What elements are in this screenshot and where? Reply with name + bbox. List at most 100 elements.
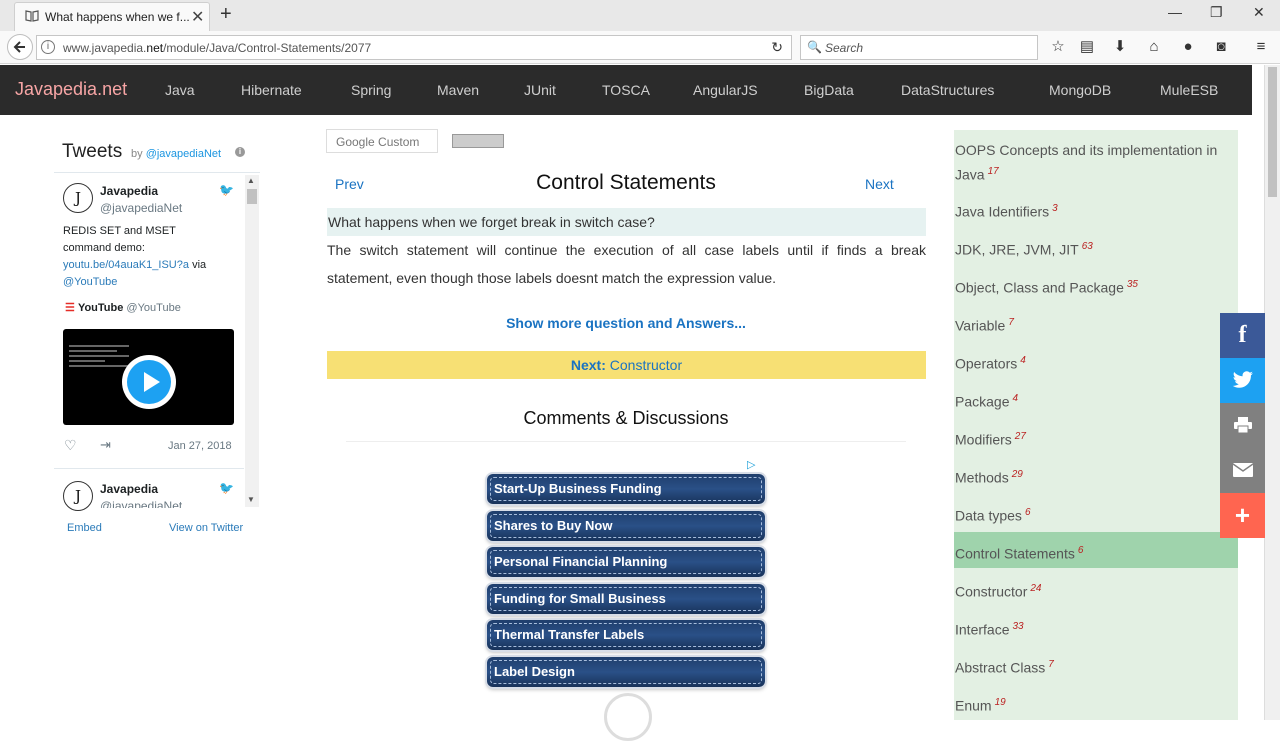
- embed-link[interactable]: Embed: [67, 522, 102, 534]
- adchoices-icon[interactable]: ▷: [747, 458, 755, 471]
- home-icon[interactable]: ⌂: [1144, 37, 1164, 57]
- tweet-author-name[interactable]: Javapedia: [100, 184, 158, 198]
- heart-icon[interactable]: ♡: [64, 437, 77, 454]
- close-icon[interactable]: ✕: [191, 7, 204, 27]
- sidebar-item[interactable]: Java Identifiers 3: [954, 198, 1238, 223]
- minimize-icon[interactable]: —: [1168, 4, 1182, 20]
- browser-tab[interactable]: What happens when we f... ✕: [14, 2, 210, 31]
- search-button[interactable]: [452, 134, 504, 148]
- more-share-icon[interactable]: +: [1220, 493, 1265, 538]
- facebook-share-icon[interactable]: f: [1220, 313, 1265, 358]
- tweet-divider: [54, 468, 244, 469]
- custom-search-input[interactable]: Google Custom: [326, 129, 438, 153]
- sidebar-item[interactable]: Variable 7: [954, 312, 1238, 337]
- reading-list-icon[interactable]: ▤: [1077, 37, 1097, 57]
- avatar[interactable]: J: [63, 183, 93, 213]
- menu-item-tosca[interactable]: TOSCA: [602, 82, 650, 98]
- scroll-down-icon[interactable]: ▼: [247, 495, 255, 504]
- tweets-by-handle[interactable]: @javapediaNet: [146, 148, 221, 160]
- sidebar-item[interactable]: Modifiers 27: [954, 426, 1238, 451]
- menu-item-hibernate[interactable]: Hibernate: [241, 82, 302, 98]
- menu-item-maven[interactable]: Maven: [437, 82, 479, 98]
- tweet-link[interactable]: youtu.be/04auaK1_ISU?a: [63, 259, 189, 271]
- chat-icon[interactable]: ●: [1178, 37, 1198, 57]
- next-link[interactable]: Next: [865, 176, 894, 192]
- share-icon[interactable]: ⇥: [100, 437, 111, 453]
- ad-link[interactable]: Personal Financial Planning: [487, 547, 765, 577]
- sidebar-item[interactable]: Abstract Class 7: [954, 654, 1238, 679]
- loading-spinner-icon: [604, 693, 652, 741]
- avatar[interactable]: J: [63, 481, 93, 511]
- bookmark-star-icon[interactable]: ☆: [1048, 37, 1068, 57]
- view-on-twitter-link[interactable]: View on Twitter: [169, 522, 243, 534]
- restore-icon[interactable]: ❐: [1210, 4, 1223, 21]
- prev-link[interactable]: Prev: [335, 176, 364, 192]
- tweet-date[interactable]: Jan 27, 2018: [168, 440, 232, 452]
- new-tab-button[interactable]: +: [220, 3, 232, 26]
- book-icon: [25, 10, 39, 22]
- ad-link[interactable]: Funding for Small Business: [487, 584, 765, 614]
- sidebar-item[interactable]: Interface 33: [954, 616, 1238, 641]
- email-icon[interactable]: [1220, 448, 1265, 493]
- back-button[interactable]: [7, 34, 33, 60]
- site-header: Javapedia.net Java Hibernate Spring Mave…: [0, 65, 1252, 115]
- search-input[interactable]: 🔍 Search: [800, 35, 1038, 60]
- site-logo[interactable]: Javapedia.net: [15, 79, 127, 100]
- sidebar-item[interactable]: Operators 4: [954, 350, 1238, 375]
- timeline-scroll-thumb[interactable]: [247, 189, 257, 204]
- sidebar-item[interactable]: Constructor 24: [954, 578, 1238, 603]
- tab-title: What happens when we f...: [45, 10, 190, 24]
- info-icon[interactable]: i: [41, 40, 55, 54]
- ad-link[interactable]: Shares to Buy Now: [487, 511, 765, 541]
- info-icon[interactable]: i: [235, 147, 245, 157]
- scroll-up-icon[interactable]: ▲: [247, 176, 255, 185]
- download-icon[interactable]: ⬇: [1110, 37, 1130, 57]
- sidebar-item[interactable]: Methods 29: [954, 464, 1238, 489]
- menu-item-mongodb[interactable]: MongoDB: [1049, 82, 1111, 98]
- topic-sidebar: OOPS Concepts and its implementation in …: [954, 130, 1238, 720]
- twitter-share-icon[interactable]: [1220, 358, 1265, 403]
- question-box: What happens when we forget break in swi…: [327, 208, 926, 236]
- sidebar-item[interactable]: OOPS Concepts and its implementation in …: [954, 140, 1238, 186]
- page-title: Control Statements: [536, 171, 716, 194]
- play-icon[interactable]: [122, 355, 176, 409]
- tweet-author-handle[interactable]: @javapediaNet: [100, 499, 182, 508]
- twitter-bird-icon[interactable]: 🐦: [219, 481, 234, 495]
- reload-icon[interactable]: ↻: [771, 39, 783, 56]
- menu-item-java[interactable]: Java: [165, 82, 195, 98]
- timeline-scrollbar[interactable]: ▲ ▼: [245, 175, 259, 507]
- twitter-bird-icon[interactable]: 🐦: [219, 183, 234, 197]
- hamburger-menu-icon[interactable]: ≡: [1251, 37, 1271, 57]
- menu-item-datastructures[interactable]: DataStructures: [901, 82, 994, 98]
- tweet-card-source[interactable]: ☰ YouTube @YouTube: [65, 301, 181, 314]
- page-scrollbar[interactable]: [1264, 65, 1280, 720]
- menu-item-spring[interactable]: Spring: [351, 82, 391, 98]
- tweet-author-name[interactable]: Javapedia: [100, 482, 158, 496]
- next-topic-bar[interactable]: Next: Constructor: [327, 351, 926, 379]
- ad-link[interactable]: Label Design: [487, 657, 765, 687]
- tweet-via-handle[interactable]: @YouTube: [63, 276, 117, 288]
- menu-item-bigdata[interactable]: BigData: [804, 82, 854, 98]
- video-thumbnail[interactable]: [63, 329, 234, 425]
- sidebar-item[interactable]: Object, Class and Package 35: [954, 274, 1238, 299]
- tab-strip: What happens when we f... ✕ + — ❐ ✕: [0, 0, 1280, 31]
- ad-link[interactable]: Start-Up Business Funding: [487, 474, 765, 504]
- sidebar-item[interactable]: Data types 6: [954, 502, 1238, 527]
- pocket-icon[interactable]: ◙: [1211, 37, 1231, 57]
- show-more-link[interactable]: Show more question and Answers...: [326, 315, 926, 331]
- sidebar-item[interactable]: Package 4: [954, 388, 1238, 413]
- search-placeholder: Search: [825, 41, 864, 55]
- next-topic-link[interactable]: Constructor: [610, 357, 682, 373]
- menu-item-angularjs[interactable]: AngularJS: [693, 82, 758, 98]
- menu-item-muleesb[interactable]: MuleESB: [1160, 82, 1218, 98]
- window-close-icon[interactable]: ✕: [1253, 4, 1265, 21]
- sidebar-item-active[interactable]: Control Statements 6: [954, 532, 1238, 568]
- address-bar[interactable]: i www.javapedia.net/module/Java/Control-…: [36, 35, 792, 60]
- print-icon[interactable]: [1220, 403, 1265, 448]
- sidebar-item[interactable]: JDK, JRE, JVM, JIT 63: [954, 236, 1238, 261]
- page-scroll-thumb[interactable]: [1268, 67, 1277, 197]
- sidebar-item[interactable]: Enum 19: [954, 692, 1238, 717]
- tweet-author-handle[interactable]: @javapediaNet: [100, 201, 182, 215]
- ad-link[interactable]: Thermal Transfer Labels: [487, 620, 765, 650]
- menu-item-junit[interactable]: JUnit: [524, 82, 556, 98]
